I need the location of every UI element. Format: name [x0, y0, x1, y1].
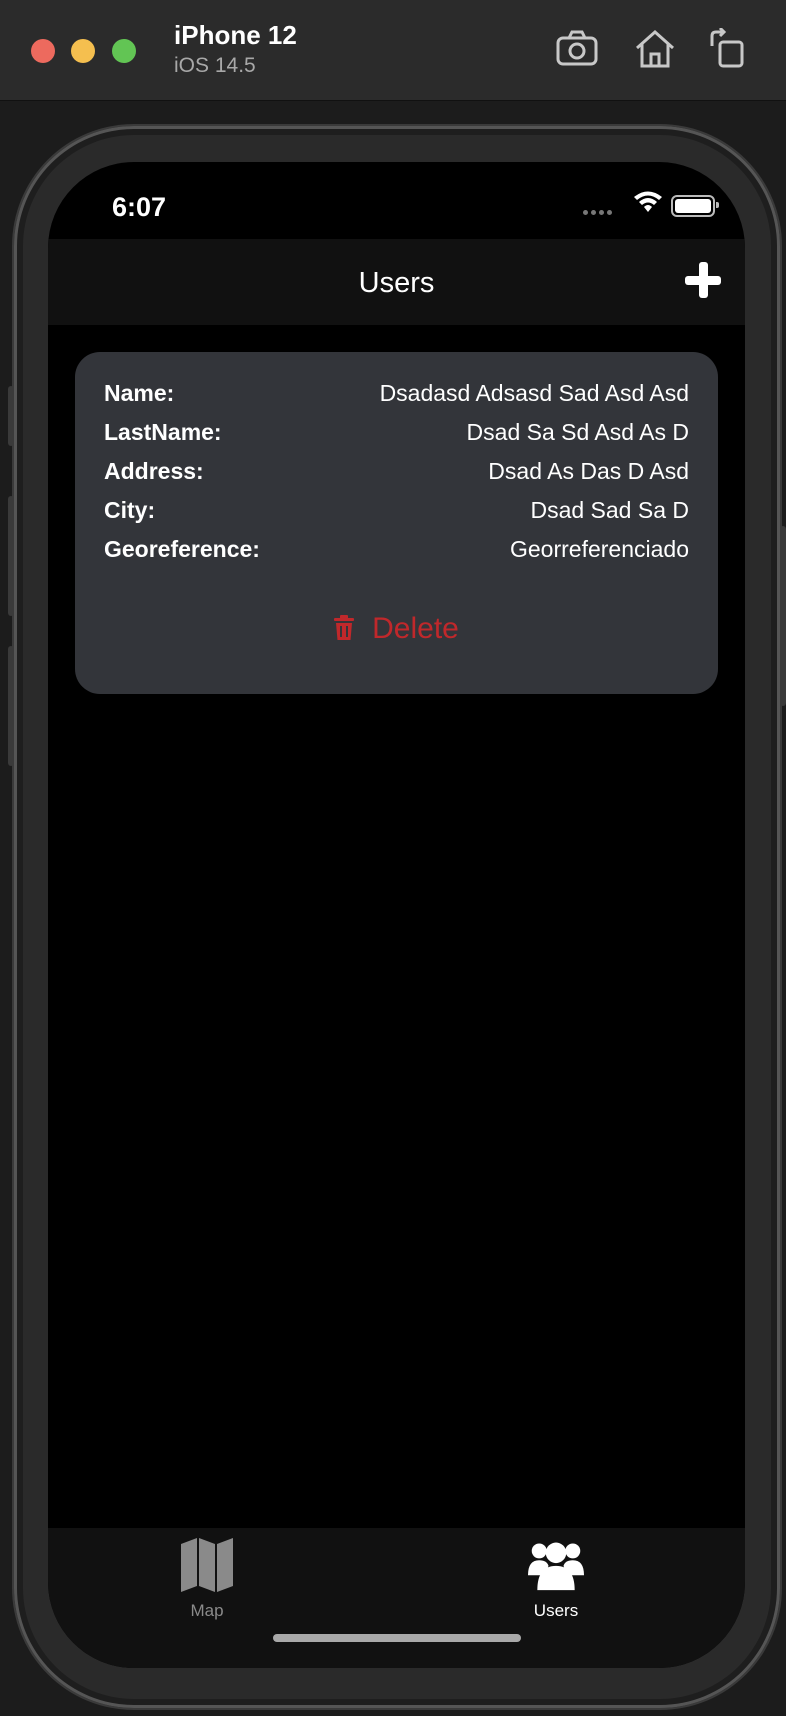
tab-label: Users — [533, 1601, 579, 1620]
power-button — [780, 526, 786, 706]
tab-bar: Map Users — [48, 1528, 745, 1668]
volume-up-button — [8, 496, 14, 616]
user-field-address: Address: Dsad As Das D Asd — [104, 458, 689, 488]
user-field-name: Name: Dsadasd Adsasd Sad Asd Asd — [104, 380, 689, 410]
add-user-button[interactable] — [685, 262, 721, 298]
field-label: City: — [104, 497, 156, 523]
delete-button[interactable]: Delete — [75, 612, 718, 652]
user-field-city: City: Dsad Sad Sa D — [104, 497, 689, 527]
trash-icon — [334, 615, 355, 640]
navigation-bar: Users — [48, 239, 745, 325]
delete-label: Delete — [372, 612, 459, 645]
cellular-signal-icon — [583, 202, 615, 220]
battery-icon — [671, 195, 719, 217]
home-icon[interactable] — [632, 28, 678, 70]
user-field-georeference: Georeference: Georreferenciado — [104, 536, 689, 566]
field-label: Address: — [104, 458, 204, 484]
field-value: Georreferenciado — [510, 536, 689, 562]
home-indicator[interactable] — [273, 1634, 521, 1642]
map-icon — [181, 1538, 233, 1592]
field-label: Name: — [104, 380, 175, 406]
rotate-icon[interactable] — [706, 26, 752, 70]
user-card: Name: Dsadasd Adsasd Sad Asd Asd LastNam… — [75, 352, 718, 694]
notch — [209, 162, 584, 219]
users-icon — [528, 1542, 584, 1591]
mute-switch — [8, 386, 14, 446]
volume-down-button — [8, 646, 14, 766]
tab-label: Map — [190, 1601, 224, 1620]
field-label: Georeference: — [104, 536, 260, 562]
field-value: Dsadasd Adsasd Sad Asd Asd — [379, 380, 689, 406]
field-label: LastName: — [104, 419, 222, 445]
user-field-lastname: LastName: Dsad Sa Sd Asd As D — [104, 419, 689, 449]
status-time: 6:07 — [112, 192, 167, 222]
wifi-icon — [634, 191, 662, 212]
close-window-button[interactable] — [31, 39, 55, 63]
simulator-titlebar: iPhone 12 iOS 14.5 — [0, 0, 786, 101]
tab-users[interactable]: Users — [491, 1536, 621, 1622]
field-value: Dsad As Das D Asd — [488, 458, 689, 484]
field-value: Dsad Sa Sd Asd As D — [466, 419, 689, 445]
minimize-window-button[interactable] — [71, 39, 95, 63]
zoom-window-button[interactable] — [112, 39, 136, 63]
page-title: Users — [358, 267, 435, 299]
tab-map[interactable]: Map — [142, 1536, 272, 1622]
screenshot-icon[interactable] — [554, 28, 600, 70]
device-name: iPhone 12 — [174, 20, 297, 50]
field-value: Dsad Sad Sa D — [530, 497, 689, 523]
phone-screen: 6:07 Users Name: Dsadasd Adsasd Sad Asd … — [48, 162, 745, 1668]
device-os-version: iOS 14.5 — [174, 54, 256, 77]
